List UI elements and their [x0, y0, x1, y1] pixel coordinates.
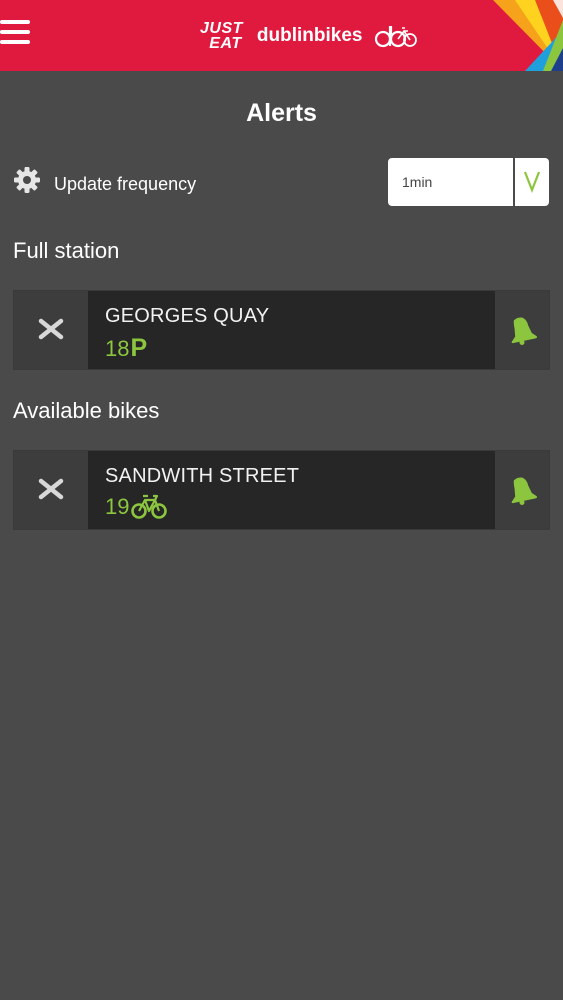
select-divider	[513, 158, 515, 206]
parking-count: 18	[105, 335, 130, 361]
close-icon	[38, 478, 64, 500]
brand-logo: JUST EAT dublinbikes	[200, 14, 418, 58]
close-icon	[38, 318, 64, 340]
remove-alert-button[interactable]	[14, 451, 88, 529]
section-title-available-bikes: Available bikes	[13, 398, 160, 423]
bell-icon	[511, 317, 538, 345]
remove-alert-button[interactable]	[14, 291, 88, 369]
sponsor-logo: JUST EAT	[200, 20, 243, 52]
alert-card-sandwith-street: SANDWITH STREET 19	[13, 450, 550, 530]
station-count: 18 P	[105, 334, 269, 363]
alert-details: SANDWITH STREET 19	[105, 465, 299, 520]
brand-name: dublinbikes	[256, 25, 363, 46]
update-frequency-select[interactable]: 1min	[388, 158, 549, 206]
alert-bell-button[interactable]	[495, 451, 549, 529]
page-title: Alerts	[246, 99, 317, 127]
db-bike-logo-icon	[375, 26, 418, 48]
app-header: JUST EAT dublinbikes	[0, 0, 563, 71]
station-name: GEORGES QUAY	[105, 305, 270, 327]
color-burst-decoration	[493, 0, 563, 71]
alert-details: GEORGES QUAY 18 P	[105, 305, 269, 363]
gear-icon	[14, 167, 40, 193]
bike-icon	[131, 494, 168, 519]
bell-icon	[511, 477, 538, 505]
sponsor-line2: EAT	[209, 35, 242, 52]
update-frequency-value: 1min	[402, 174, 433, 190]
update-frequency-row: Update frequency 1min	[13, 158, 550, 206]
chevron-down-icon[interactable]	[523, 168, 541, 194]
station-name: SANDWITH STREET	[105, 465, 300, 487]
parking-icon: P	[130, 334, 148, 362]
bike-count: 19	[105, 494, 130, 519]
alert-bell-button[interactable]	[495, 291, 549, 369]
alert-card-georges-quay: GEORGES QUAY 18 P	[13, 290, 550, 370]
section-title-full-station: Full station	[13, 238, 120, 263]
sponsor-line1: JUST	[200, 20, 243, 37]
menu-icon[interactable]	[0, 20, 32, 46]
update-frequency-label: Update frequency	[54, 174, 197, 194]
station-count: 19	[105, 494, 299, 520]
